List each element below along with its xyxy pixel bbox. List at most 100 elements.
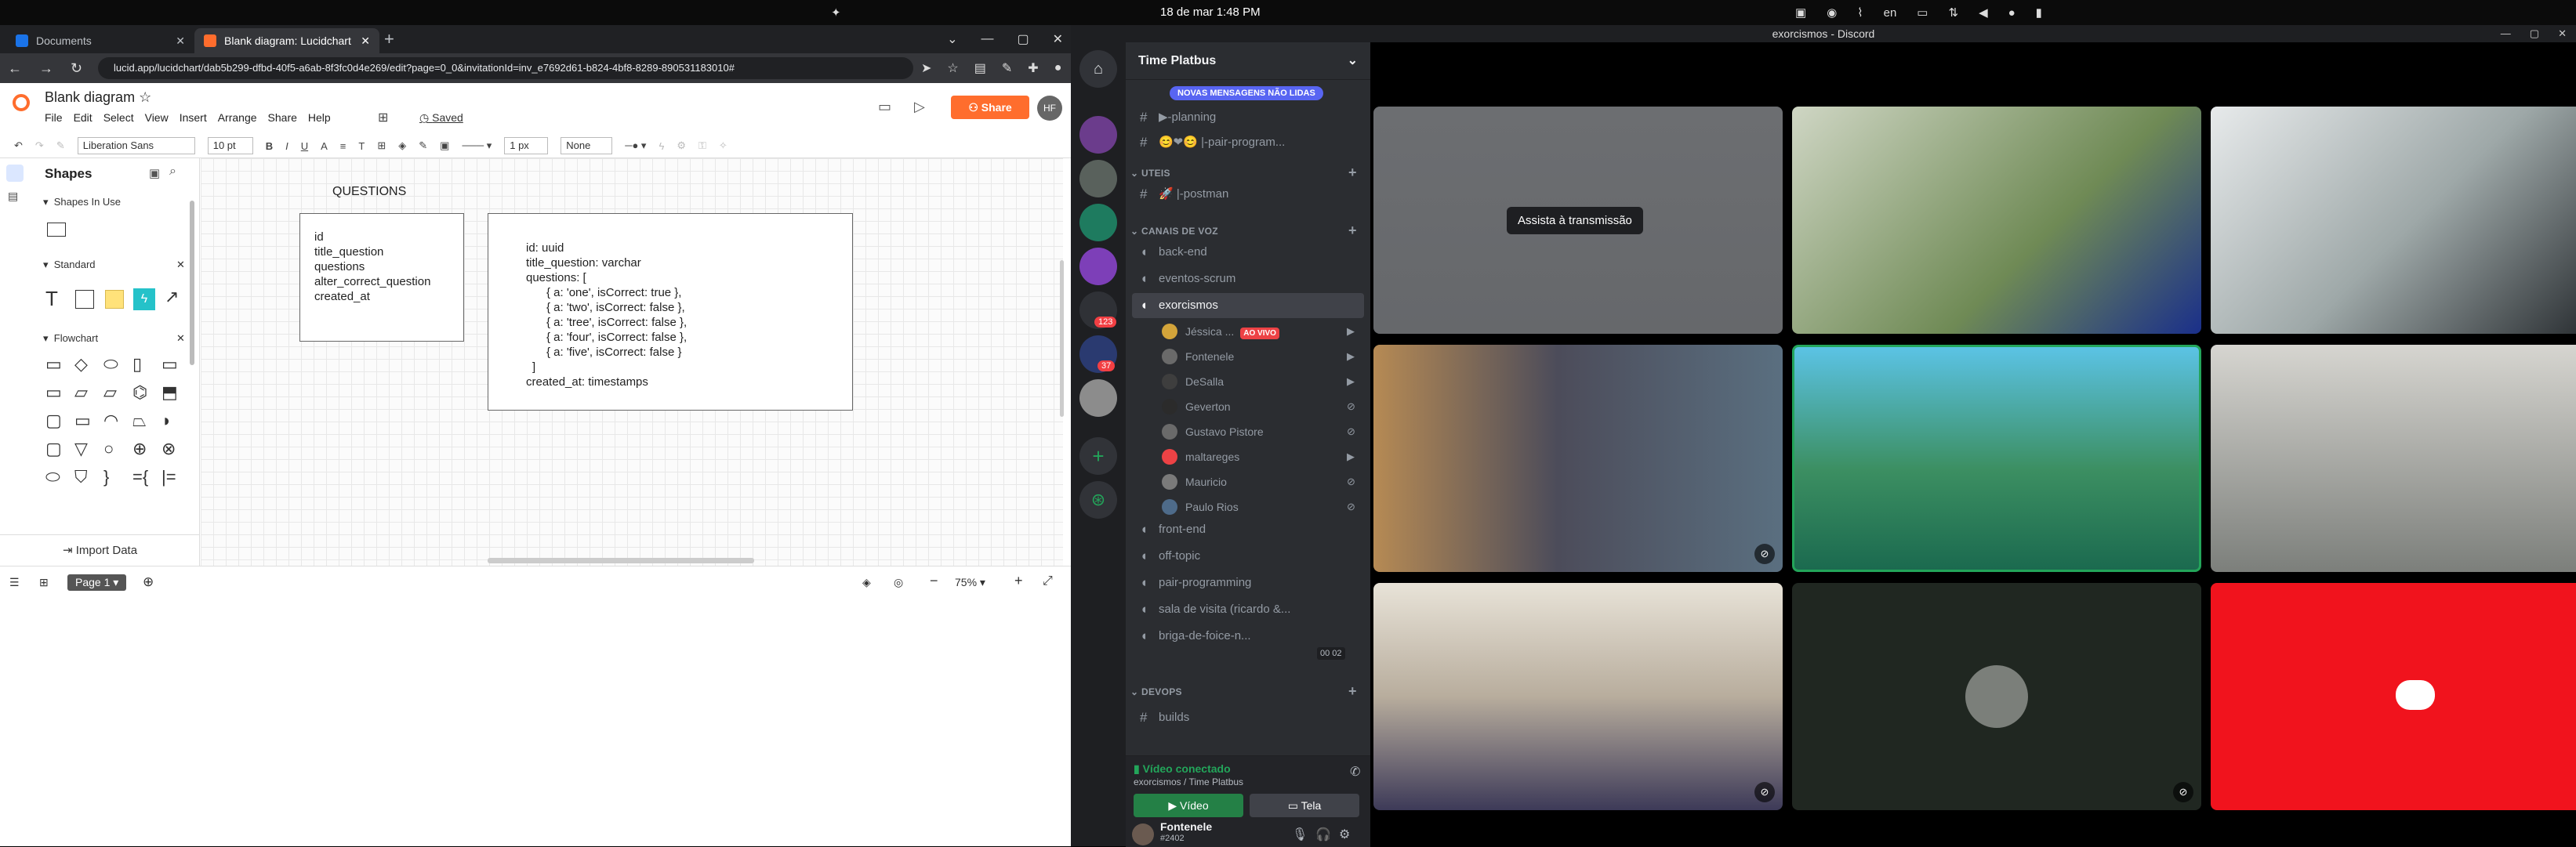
flowchart-shape[interactable]: ⌬ [132,382,147,403]
font-select[interactable]: Liberation Sans [77,137,195,154]
tab-lucidchart[interactable]: Blank diagram: Lucidchart ✕ [194,28,379,53]
minimize-icon[interactable]: — [981,32,993,46]
image-icon[interactable]: ▣ [440,139,449,152]
flowchart-shape[interactable]: ▽ [74,439,88,459]
voice-user[interactable]: Fontenele ▶ [1159,345,1362,368]
underline-icon[interactable]: U [301,140,308,152]
redo-icon[interactable]: ↷ [35,139,44,152]
voice-channel[interactable]: ◖ off-topic [1132,544,1364,569]
system-tray[interactable]: ▣ ◉ ⌇ en ▭ ⇅ ◀ ● ▮ [1795,0,2042,25]
shapes-tab-icon[interactable] [6,165,24,182]
puzzle-icon[interactable]: ✚ [1028,60,1038,76]
flowchart-shape[interactable]: ◇ [74,354,88,375]
layers-tab-icon[interactable]: ▤ [8,190,18,203]
line-style-select[interactable]: ─── ▾ [462,139,492,152]
minimize-icon[interactable]: — [2501,25,2511,42]
clock[interactable]: 18 de mar 1:48 PM [1160,0,1261,25]
lightning-icon[interactable]: ϟ [659,140,664,152]
explore-icon[interactable]: ⊛ [1079,481,1117,519]
bold-icon[interactable]: B [266,140,273,152]
sidebar-scrollbar[interactable] [190,201,194,365]
align-icon[interactable]: ≡ [340,140,346,152]
category-voice[interactable]: ⌄ CANAIS DE VOZ + [1130,223,1357,238]
questions-label[interactable]: QUESTIONS [332,185,406,199]
close-window-icon[interactable]: ✕ [1053,31,1063,47]
dropbox-icon[interactable]: ✦ [831,5,841,20]
section-standard[interactable]: ▾ Standard ✕ [43,259,185,271]
server-header[interactable]: Time Platbus ⌄ [1126,42,1370,80]
comment-icon[interactable]: ▭ [878,99,891,115]
close-icon[interactable]: ✕ [361,34,370,48]
back-icon[interactable]: ← [8,60,22,77]
font-size-input[interactable]: 10 pt [207,137,253,154]
voice-eventos-scrum[interactable]: ◖ eventos-scrum [1132,266,1364,291]
menu-item[interactable]: File [45,111,63,124]
canvas-scrollbar[interactable] [488,558,754,563]
voice-user[interactable]: Mauricio ⊘ [1159,470,1362,494]
flowchart-shape[interactable]: ▢ [45,439,62,459]
flowchart-shape[interactable]: ▭ [161,354,178,375]
maximize-icon[interactable]: ▢ [2530,25,2539,42]
flowchart-shape[interactable]: ▭ [45,382,62,403]
flowchart-shape[interactable]: } [103,467,109,487]
close-icon[interactable]: ✕ [176,259,185,271]
voice-channel[interactable]: ◖ briga-de-foice-n... [1132,624,1364,649]
page-tab[interactable]: Page 1 ▾ [67,574,127,591]
my-username[interactable]: Fontenele [1160,820,1212,833]
flowchart-shape[interactable]: ⬭ [45,467,60,487]
avatar-tile[interactable] [2211,583,2576,810]
voice-user[interactable]: Jéssica ... AO VIVO ▶ [1159,320,1362,343]
section-flowchart[interactable]: ▾ Flowchart ✕ [43,332,185,345]
stream-tile[interactable]: Assista à transmissão [1373,107,1783,334]
volume-icon[interactable]: ◀ [1979,5,1988,20]
flowchart-shape[interactable]: ⬭ [103,354,118,375]
shape-note[interactable] [105,290,124,309]
forward-icon[interactable]: → [39,60,53,77]
lock-icon[interactable]: ⚿ [698,139,706,152]
category-devops[interactable]: ⌄ DEVOPS + [1130,683,1357,699]
ext-icon[interactable]: ▤ [974,60,986,76]
settings-icon[interactable]: ⚙ [677,139,686,152]
category-uteis[interactable]: ⌄ UTEIS + [1130,165,1357,180]
close-icon[interactable]: ✕ [176,34,185,48]
menu-item[interactable]: Insert [180,111,207,124]
flowchart-shape[interactable]: ◗ [161,411,172,431]
shape-rectangle[interactable] [47,223,66,237]
section-shapes-in-use[interactable]: ▾ Shapes In Use [43,196,121,208]
send-icon[interactable]: ➤ [921,60,931,76]
avatar-tile[interactable]: ⊘ [1792,583,2201,810]
connection-status[interactable]: ▮ Vídeo conectado [1134,762,1231,776]
voice-user[interactable]: DeSalla ▶ [1159,370,1362,393]
grid-icon[interactable]: ⊞ [39,576,49,589]
screen-share-button[interactable]: ▭ Tela [1250,794,1359,817]
voice-user[interactable]: Geverton ⊘ [1159,395,1362,418]
menu-item[interactable]: Share [268,111,297,124]
url-bar[interactable]: lucid.app/lucidchart/dab5b299-dfbd-40f5-… [98,57,913,79]
close-icon[interactable]: ✕ [176,332,185,345]
text-options-icon[interactable]: T [358,140,365,152]
line-color-icon[interactable]: ✎ [419,139,427,152]
new-messages-pill[interactable]: NOVAS MENSAGENS NÃO LIDAS [1170,86,1323,100]
server-icon[interactable] [1079,160,1117,197]
share-button[interactable]: ⚇ Share [951,96,1029,119]
tab-search-icon[interactable]: ⌄ [947,31,957,47]
battery-icon[interactable]: ▮ [2036,5,2042,20]
maximize-icon[interactable]: ▢ [1017,31,1029,47]
format-painter-icon[interactable]: ✎ [56,139,65,152]
flowchart-shape[interactable]: ▯ [132,354,142,375]
network-icon[interactable]: ⇅ [1948,5,1958,20]
layers-icon[interactable]: ◈ [862,576,871,589]
flowchart-shape[interactable]: ⊗ [161,439,176,459]
discord-home-icon[interactable]: ⌂ [1079,50,1117,88]
channel-planning[interactable]: # ▶-planning [1132,105,1364,130]
profile-icon[interactable]: ● [1054,61,1062,75]
voice-channel[interactable]: ◖ sala de visita (ricardo &... [1132,597,1364,622]
disconnect-icon[interactable]: ✆ [1350,764,1360,780]
undo-icon[interactable]: ↶ [14,139,23,152]
zoom-out-icon[interactable]: − [930,573,938,589]
voice-user[interactable]: Paulo Rios ⊘ [1159,495,1362,519]
lightning-shape-icon[interactable]: ϟ [133,288,155,310]
gift-icon[interactable]: ⊞ [378,110,388,125]
entity-box-fields[interactable]: id title_question questions alter_correct_q… [299,213,464,342]
voice-back-end[interactable]: ◖ back-end [1132,240,1364,265]
